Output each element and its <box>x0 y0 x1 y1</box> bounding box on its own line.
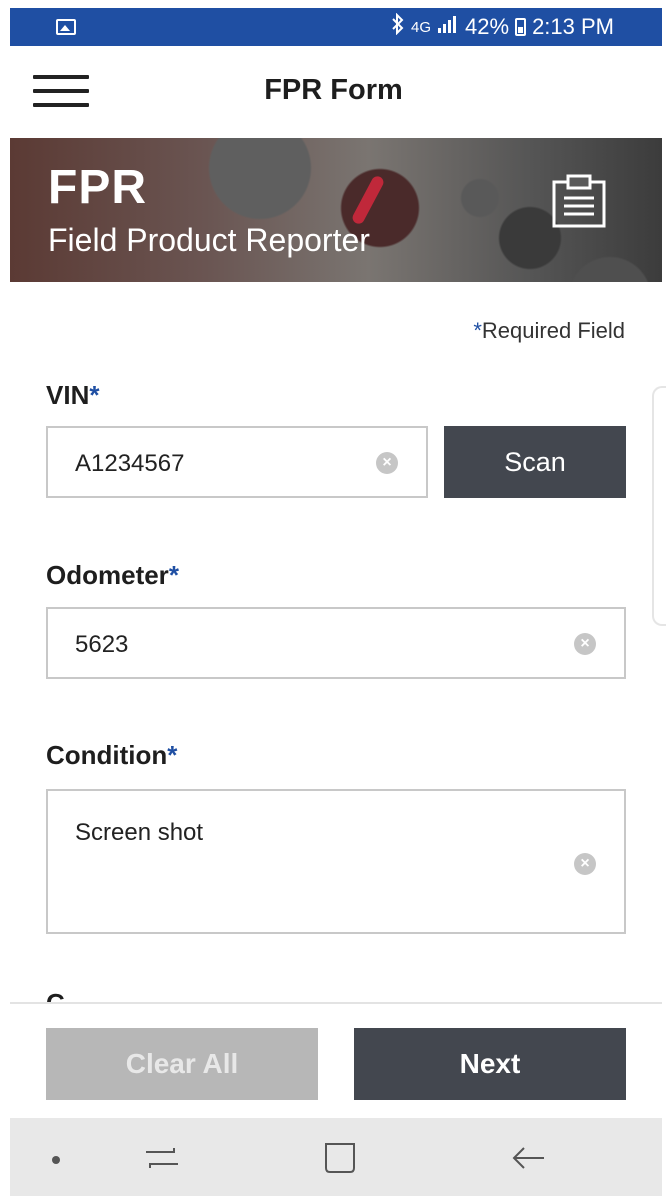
recent-apps-icon[interactable] <box>138 1138 188 1178</box>
scan-button[interactable]: Scan <box>444 426 626 498</box>
app-header: FPR Form <box>0 46 667 138</box>
odometer-value: 5623 <box>75 631 129 658</box>
clear-all-button[interactable]: Clear All <box>46 1028 318 1100</box>
status-bar: 4G 42% 2:13 PM <box>10 8 662 46</box>
signal-icon <box>437 14 459 40</box>
odometer-clear-icon[interactable]: × <box>574 633 596 655</box>
required-star: * <box>473 318 482 343</box>
odometer-input[interactable]: 5623 × <box>46 607 626 679</box>
scrollbar[interactable] <box>652 386 666 626</box>
back-icon[interactable] <box>504 1138 554 1178</box>
banner-subtitle: Field Product Reporter <box>48 222 370 258</box>
condition-label: Condition* <box>46 740 177 771</box>
status-left <box>56 19 76 35</box>
image-notification-icon <box>56 19 76 35</box>
clock-time: 2:13 PM <box>532 14 614 39</box>
network-type: 4G <box>411 18 432 36</box>
odometer-required-star: * <box>168 560 179 590</box>
next-button[interactable]: Next <box>354 1028 626 1100</box>
odometer-label-text: Odometer <box>46 560 169 590</box>
page-title: FPR Form <box>264 74 403 106</box>
vin-required-star: * <box>89 380 100 410</box>
condition-value: Screen shot <box>75 819 204 846</box>
vin-label: VIN* <box>46 380 99 411</box>
odometer-label: Odometer* <box>46 560 179 591</box>
condition-required-star: * <box>167 740 178 770</box>
bluetooth-icon <box>391 12 405 41</box>
footer-actions: Clear All Next <box>0 1004 667 1118</box>
system-nav-bar <box>10 1118 662 1196</box>
banner-background-image <box>350 174 386 226</box>
nav-dot-icon <box>52 1156 60 1164</box>
condition-label-text: Condition <box>46 740 168 770</box>
vin-input[interactable]: A1234567 × <box>46 426 428 498</box>
banner-title: FPR <box>48 161 147 214</box>
vin-value: A1234567 <box>75 450 185 477</box>
banner: FPR Field Product Reporter <box>10 138 662 282</box>
status-right: 4G 42% 2:13 PM <box>391 12 614 41</box>
required-note-text: Required Field <box>481 318 625 343</box>
battery-icon <box>515 18 527 36</box>
condition-textarea[interactable]: Screen shot × <box>46 789 626 934</box>
battery-percentage: 42% <box>465 14 510 39</box>
clipboard-icon <box>550 174 608 228</box>
vin-label-text: VIN <box>46 380 90 410</box>
vin-clear-icon[interactable]: × <box>376 452 398 474</box>
home-icon[interactable] <box>316 1138 366 1178</box>
required-field-note: *Required Field <box>473 318 625 344</box>
condition-clear-icon[interactable]: × <box>574 853 596 875</box>
